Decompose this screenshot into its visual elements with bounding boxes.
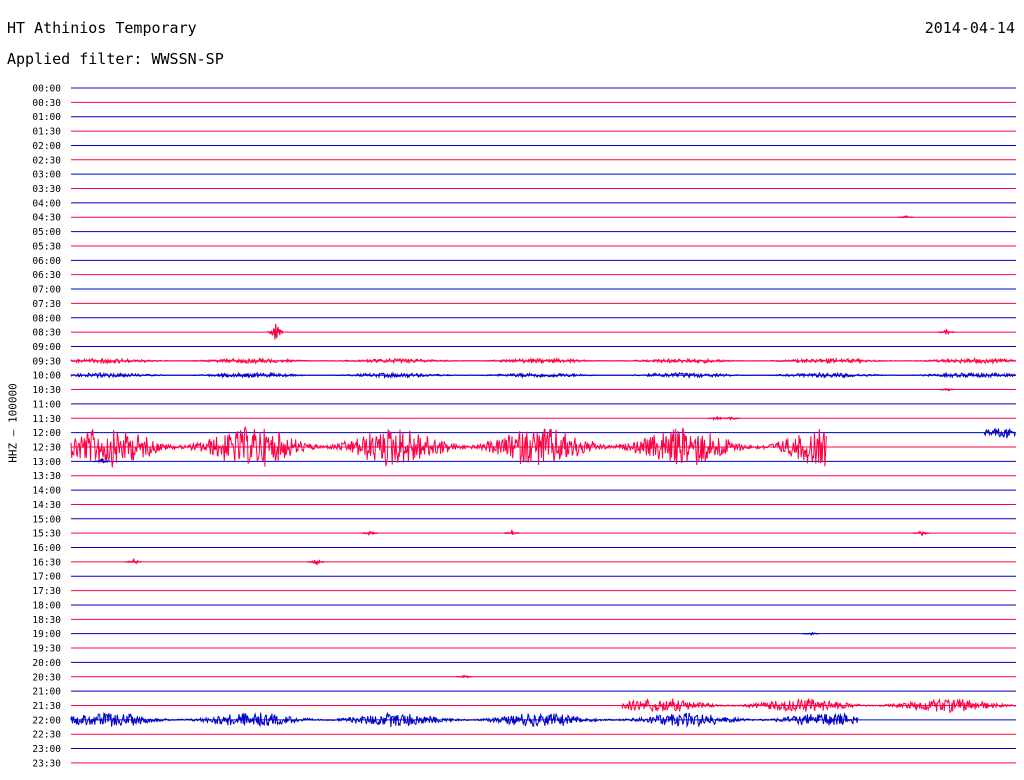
time-tick-label: 03:00 — [32, 170, 61, 181]
time-tick-label: 13:00 — [32, 457, 61, 468]
time-tick-label: 20:30 — [32, 672, 61, 683]
seismic-event — [361, 530, 378, 536]
seismic-event — [708, 416, 725, 421]
activity-band — [984, 427, 1016, 439]
time-tick-label: 15:00 — [32, 514, 61, 525]
time-tick-label: 23:30 — [32, 758, 61, 769]
time-tick-label: 07:00 — [32, 285, 61, 296]
time-tick-label: 05:30 — [32, 241, 61, 252]
time-tick-label: 05:00 — [32, 227, 61, 238]
seismic-event — [125, 557, 142, 565]
time-tick-label: 00:00 — [32, 84, 61, 95]
activity-band — [70, 371, 1016, 380]
time-tick-label: 11:00 — [32, 399, 61, 410]
time-tick-label: 03:30 — [32, 184, 61, 195]
time-tick-label: 22:00 — [32, 715, 61, 726]
time-tick-label: 22:30 — [32, 730, 61, 741]
time-tick-label: 13:30 — [32, 471, 61, 482]
time-tick-label: 08:30 — [32, 328, 61, 339]
time-tick-label: 16:00 — [32, 543, 61, 554]
time-tick-label: 18:30 — [32, 615, 61, 626]
time-tick-label: 10:30 — [32, 385, 61, 396]
time-tick-label: 20:00 — [32, 658, 61, 669]
activity-band — [70, 711, 859, 728]
time-tick-label: 06:30 — [32, 270, 61, 281]
time-tick-label: 02:00 — [32, 141, 61, 152]
time-tick-label: 06:00 — [32, 256, 61, 267]
time-tick-label: 12:00 — [32, 428, 61, 439]
time-tick-label: 02:30 — [32, 155, 61, 166]
time-tick-label: 09:00 — [32, 342, 61, 353]
time-tick-label: 19:30 — [32, 644, 61, 655]
time-tick-label: 08:00 — [32, 313, 61, 324]
time-tick-label: 12:30 — [32, 443, 61, 454]
time-tick-label: 10:00 — [32, 371, 61, 382]
seismic-event — [503, 528, 520, 535]
seismic-event — [724, 416, 741, 421]
time-tick-label: 01:30 — [32, 127, 61, 138]
time-tick-label: 23:00 — [32, 744, 61, 755]
time-tick-label: 01:00 — [32, 112, 61, 123]
time-tick-label: 14:30 — [32, 500, 61, 511]
seismic-event — [938, 328, 955, 335]
time-tick-label: 04:00 — [32, 198, 61, 209]
time-tick-label: 00:30 — [32, 98, 61, 109]
time-tick-label: 11:30 — [32, 414, 61, 425]
time-tick-label: 15:30 — [32, 529, 61, 540]
seismic-event — [938, 387, 955, 392]
seismic-event — [912, 530, 930, 536]
seismic-event — [93, 458, 111, 464]
seismic-event — [802, 631, 819, 636]
time-tick-label: 16:30 — [32, 557, 61, 568]
seismic-event — [897, 214, 914, 219]
time-tick-label: 09:30 — [32, 356, 61, 367]
time-tick-label: 17:30 — [32, 586, 61, 597]
time-tick-label: 19:00 — [32, 629, 61, 640]
time-tick-label: 18:00 — [32, 600, 61, 611]
helicorder-plot: 00:00 00:30 01:00 01:30 02:00 02:30 03:00 03:30… — [32, 84, 1017, 769]
time-tick-label: 21:30 — [32, 701, 61, 712]
time-tick-label: 07:30 — [32, 299, 61, 310]
time-tick-label: 04:30 — [32, 213, 61, 224]
time-tick-label: 21:00 — [32, 687, 61, 698]
time-tick-label: 17:00 — [32, 572, 61, 583]
time-tick-label: 14:00 — [32, 486, 61, 497]
